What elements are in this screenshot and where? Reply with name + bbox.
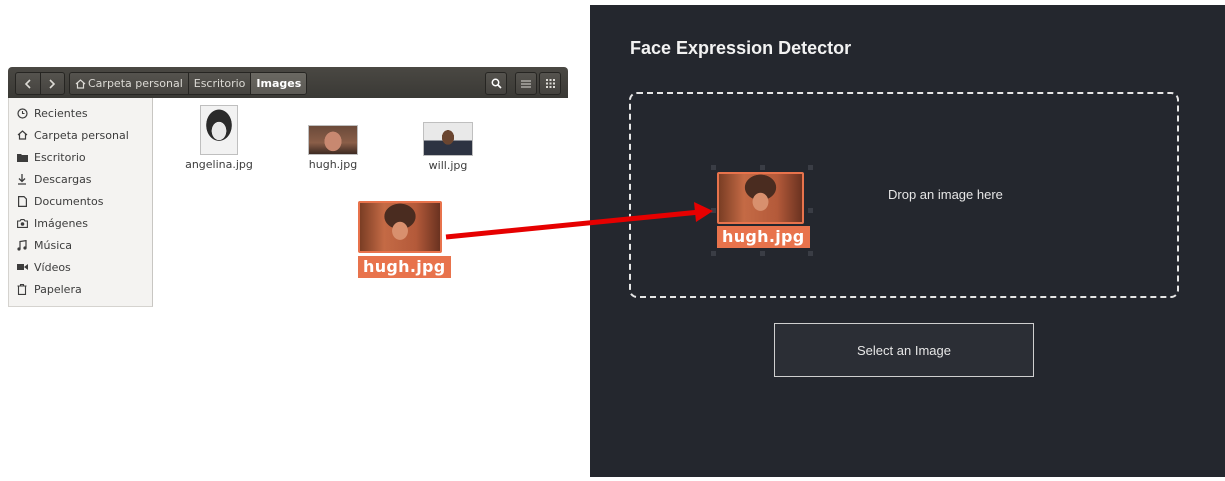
music-icon — [15, 238, 29, 252]
face-expression-app: Face Expression Detector Drop an image h… — [590, 5, 1225, 477]
sidebar-item-carpeta-personal[interactable]: Carpeta personal — [15, 125, 129, 145]
trash-icon — [15, 282, 29, 296]
video-icon — [15, 260, 29, 274]
sidebar-item-label: Recientes — [34, 106, 88, 120]
sidebar-item-escritorio[interactable]: Escritorio — [15, 147, 86, 167]
breadcrumb-label: Escritorio — [193, 77, 246, 90]
sidebar-item-videos[interactable]: Vídeos — [15, 257, 71, 277]
drag-handle — [711, 251, 716, 256]
sidebar-item-label: Carpeta personal — [34, 128, 129, 142]
forward-button[interactable] — [39, 73, 65, 94]
file-name: angelina.jpg — [185, 158, 253, 171]
drag-handle — [808, 208, 813, 213]
dragged-image — [719, 174, 802, 222]
sidebar: Recientes Carpeta personal Escritorio De… — [8, 98, 153, 307]
drag-handle — [711, 208, 716, 213]
sidebar-item-descargas[interactable]: Descargas — [15, 169, 92, 189]
dragged-file-source[interactable]: hugh.jpg — [358, 201, 451, 278]
list-view-icon — [521, 80, 531, 87]
sidebar-item-label: Imágenes — [34, 216, 88, 230]
drag-handle — [808, 251, 813, 256]
dragged-file-preview[interactable]: hugh.jpg — [717, 172, 810, 248]
sidebar-item-documentos[interactable]: Documentos — [15, 191, 103, 211]
grid-view-button[interactable] — [539, 72, 561, 95]
home-icon — [15, 128, 29, 142]
dropzone-text: Drop an image here — [888, 187, 1003, 202]
breadcrumb: Carpeta personal Escritorio Images — [69, 72, 308, 95]
clock-icon — [15, 106, 29, 120]
file-thumbnail — [423, 122, 473, 156]
page-title: Face Expression Detector — [630, 38, 852, 58]
grid-view-icon — [545, 79, 555, 88]
dragged-image — [360, 203, 440, 251]
drag-handle — [760, 165, 765, 170]
search-button[interactable] — [485, 72, 507, 95]
home-icon — [75, 78, 86, 89]
breadcrumb-images[interactable]: Images — [250, 73, 307, 94]
sidebar-item-recientes[interactable]: Recientes — [15, 103, 88, 123]
breadcrumb-escritorio[interactable]: Escritorio — [187, 73, 251, 94]
file-thumbnail — [308, 125, 358, 155]
file-manager-window: Carpeta personal Escritorio Images Recie… — [8, 67, 568, 307]
file-name: hugh.jpg — [308, 158, 358, 171]
folder-icon — [15, 150, 29, 164]
image-dropzone[interactable]: Drop an image here — [629, 92, 1179, 298]
file-item-will[interactable]: will.jpg — [418, 122, 478, 172]
breadcrumb-label: Images — [256, 77, 302, 90]
sidebar-item-label: Vídeos — [34, 260, 71, 274]
sidebar-item-label: Papelera — [34, 282, 82, 296]
dragged-thumbnail — [358, 201, 442, 253]
sidebar-item-papelera[interactable]: Papelera — [15, 279, 82, 299]
chevron-left-icon — [24, 78, 31, 89]
sidebar-item-label: Documentos — [34, 194, 104, 208]
sidebar-item-musica[interactable]: Música — [15, 235, 72, 255]
drag-handle — [760, 251, 765, 256]
file-item-hugh[interactable]: hugh.jpg — [303, 125, 363, 171]
file-manager-header: Carpeta personal Escritorio Images — [8, 67, 568, 98]
breadcrumb-home[interactable]: Carpeta personal — [70, 73, 188, 94]
dragged-file-label: hugh.jpg — [358, 256, 451, 278]
file-name: will.jpg — [428, 159, 468, 172]
download-icon — [15, 172, 29, 186]
search-icon — [491, 78, 502, 89]
file-item-angelina[interactable]: angelina.jpg — [185, 105, 253, 171]
sidebar-item-label: Música — [34, 238, 73, 252]
camera-icon — [15, 216, 29, 230]
drag-handle — [711, 165, 716, 170]
breadcrumb-label: Carpeta personal — [88, 77, 183, 90]
file-thumbnail — [200, 105, 238, 155]
sidebar-item-label: Escritorio — [34, 150, 86, 164]
select-image-button[interactable]: Select an Image — [774, 323, 1034, 377]
nav-buttons — [15, 72, 65, 95]
sidebar-item-label: Descargas — [34, 172, 92, 186]
drag-handle — [808, 165, 813, 170]
sidebar-item-imagenes[interactable]: Imágenes — [15, 213, 88, 233]
back-button[interactable] — [16, 73, 40, 94]
dragged-thumbnail — [717, 172, 804, 224]
list-view-button[interactable] — [515, 72, 537, 95]
document-icon — [15, 194, 29, 208]
dragged-file-label: hugh.jpg — [717, 226, 810, 248]
chevron-right-icon — [49, 78, 56, 89]
